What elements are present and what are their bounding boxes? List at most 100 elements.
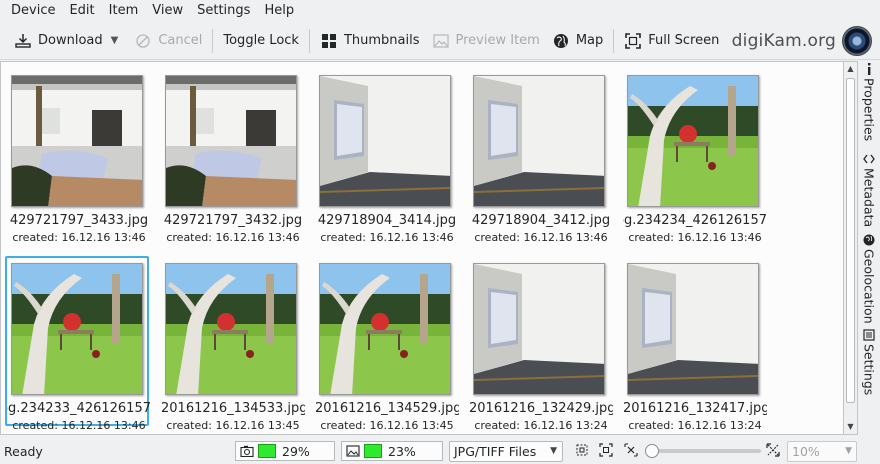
menu-device[interactable]: Device — [4, 0, 62, 22]
tab-metadata-label: Metadata — [861, 168, 877, 228]
thumbnails-button[interactable]: Thumbnails — [314, 26, 426, 56]
toolbar-separator — [212, 28, 214, 53]
file-filter-combo[interactable]: JPG/TIFF Files ▼ — [449, 441, 563, 462]
menu-view[interactable]: View — [145, 0, 190, 22]
digikam-logo-icon — [842, 26, 872, 56]
thumbnail-filename: 20161216_134529.jpg — [315, 401, 459, 416]
globe-icon — [863, 234, 875, 246]
tab-geolocation[interactable]: Geolocation — [858, 234, 880, 324]
thumbnail-date: created: 16.12.16 13:46 — [12, 231, 146, 244]
zoom-level-combo[interactable]: 10% ▼ — [787, 441, 857, 462]
chevron-down-icon: ▼ — [550, 446, 557, 456]
tab-metadata[interactable]: Metadata — [858, 153, 880, 227]
thumbnail-item[interactable]: 20161216_134529.jpg created: 16.12.16 13:… — [315, 258, 459, 432]
download-icon — [14, 32, 32, 50]
thumbnail-grid[interactable]: 429721797_3433.jpg created: 16.12.16 13:4… — [0, 61, 844, 435]
cancel-button[interactable]: Cancel — [128, 26, 208, 56]
zoom-slider-handle[interactable] — [645, 444, 659, 458]
menu-item[interactable]: Item — [102, 0, 146, 22]
thumbnail-item[interactable]: 429718904_3412.jpg created: 16.12.16 13:4… — [469, 70, 613, 244]
thumbnail-filename: 20161216_132429.jpg — [469, 401, 613, 416]
thumbnail-date: created: 16.12.16 13:46 — [628, 231, 762, 244]
tab-settings-label: Settings — [861, 344, 877, 396]
thumbnail-filename: 429721797_3433.jpg — [9, 213, 149, 228]
toggle-lock-button[interactable]: Toggle Lock — [217, 26, 305, 56]
zoom-fit-icon[interactable] — [575, 443, 589, 457]
chevron-down-icon: ▼ — [845, 446, 852, 456]
download-progress: 23% — [341, 441, 443, 461]
camera-icon — [240, 445, 254, 458]
thumbnail-image — [11, 75, 143, 207]
download-label: Download — [38, 33, 103, 48]
thumbnails-label: Thumbnails — [343, 33, 420, 48]
thumbnail-item[interactable]: 20161216_132417.jpg created: 16.12.16 13:… — [623, 258, 767, 432]
tab-settings[interactable]: Settings — [858, 329, 880, 395]
cancel-label: Cancel — [158, 33, 203, 48]
menu-bar: Device Edit Item View Settings Help — [0, 0, 880, 22]
thumbnail-date: created: 16.12.16 13:46 — [12, 419, 146, 432]
thumbnail-date: created: 16.12.16 13:24 — [628, 419, 762, 432]
thumbnail-date: created: 16.12.16 13:46 — [166, 231, 300, 244]
thumbnail-filename: 429718904_3414.jpg — [317, 213, 457, 228]
image-icon — [346, 445, 360, 457]
thumbnail-filename: 429718904_3412.jpg — [471, 213, 611, 228]
status-text: Ready — [4, 444, 43, 459]
thumbnail-date: created: 16.12.16 13:24 — [474, 419, 608, 432]
map-button[interactable]: Map — [546, 26, 609, 56]
thumbnail-item[interactable]: 20161216_132429.jpg created: 16.12.16 13:… — [469, 258, 613, 432]
thumbnail-filename: 426126157_234233.jpg — [7, 401, 151, 416]
thumbnail-item[interactable]: 429721797_3433.jpg created: 16.12.16 13:4… — [7, 70, 151, 244]
thumbnail-image — [165, 263, 297, 395]
menu-edit[interactable]: Edit — [62, 0, 101, 22]
right-sidebar-tabs: Properties Metadata Geolocation Settings — [858, 61, 880, 435]
download-dropdown-icon[interactable]: ▼ — [111, 35, 119, 46]
thumbnail-image — [627, 263, 759, 395]
thumbnail-image — [11, 263, 143, 395]
thumbnail-image — [473, 263, 605, 395]
thumbnail-date: created: 16.12.16 13:46 — [320, 231, 454, 244]
thumbnail-filename: 429721797_3432.jpg — [163, 213, 303, 228]
tab-geolocation-label: Geolocation — [861, 249, 877, 324]
vertical-scrollbar[interactable]: ▲ ▼ — [844, 61, 858, 435]
toolbar-separator — [308, 28, 310, 53]
thumbnail-image — [627, 75, 759, 207]
thumbnails-grid-icon — [320, 32, 338, 50]
zoom-original-icon[interactable] — [599, 443, 613, 457]
camera-progress-bar — [258, 444, 276, 458]
zoom-slider-track — [645, 449, 761, 453]
zoom-level-value: 10% — [792, 444, 820, 459]
thumbnail-item[interactable]: 20161216_134533.jpg created: 16.12.16 13:… — [161, 258, 305, 432]
zoom-in-icon[interactable] — [766, 443, 780, 457]
zoom-slider[interactable] — [645, 444, 761, 458]
preview-item-label: Preview Item — [455, 33, 540, 48]
main-toolbar: Download ▼ Cancel Toggle Lock Thumbnails… — [0, 22, 880, 60]
code-icon — [863, 153, 875, 165]
thumbnail-filename: 426126157_234234.jpg — [623, 213, 767, 228]
full-screen-button[interactable]: Full Screen — [618, 26, 725, 56]
thumbnail-item[interactable]: 429718904_3414.jpg created: 16.12.16 13:4… — [315, 70, 459, 244]
thumbnail-image — [473, 75, 605, 207]
status-bar: Ready 29% 23% JPG/TIFF Files ▼ 10% ▼ — [0, 437, 880, 464]
fullscreen-icon — [624, 32, 642, 50]
globe-icon — [552, 32, 570, 50]
thumbnail-item[interactable]: 426126157_234233.jpg created: 16.12.16 13… — [5, 256, 151, 432]
scrollbar-handle[interactable] — [846, 78, 855, 403]
thumbnail-image — [319, 263, 451, 395]
tab-properties[interactable]: Properties — [858, 63, 880, 141]
file-filter-value: JPG/TIFF Files — [454, 444, 537, 459]
thumbnail-filename: 20161216_134533.jpg — [161, 401, 305, 416]
tab-properties-label: Properties — [861, 78, 877, 142]
thumbnail-item[interactable]: 429721797_3432.jpg created: 16.12.16 13:4… — [161, 70, 305, 244]
thumbnail-date: created: 16.12.16 13:45 — [166, 419, 300, 432]
thumbnail-item[interactable]: 426126157_234234.jpg created: 16.12.16 13… — [623, 70, 767, 244]
thumbnail-date: created: 16.12.16 13:45 — [320, 419, 454, 432]
preview-item-button[interactable]: Preview Item — [426, 26, 546, 56]
brand-area[interactable]: digiKam.org — [732, 22, 872, 60]
menu-settings[interactable]: Settings — [190, 0, 257, 22]
zoom-out-icon[interactable] — [624, 443, 638, 457]
scroll-down-icon[interactable]: ▼ — [844, 420, 857, 434]
scroll-up-icon[interactable]: ▲ — [844, 62, 857, 76]
download-button[interactable]: Download ▼ — [8, 26, 128, 56]
thumbnail-date: created: 16.12.16 13:46 — [474, 231, 608, 244]
menu-help[interactable]: Help — [257, 0, 301, 22]
